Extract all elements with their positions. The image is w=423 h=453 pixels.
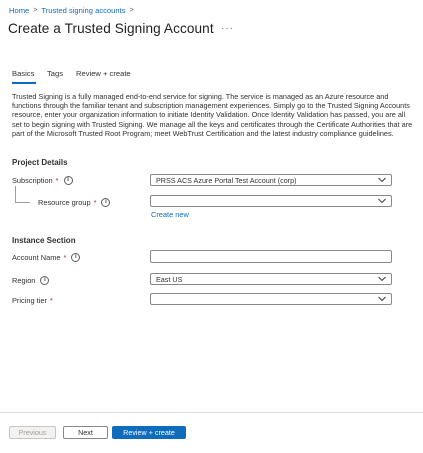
active-tab-indicator bbox=[12, 82, 36, 84]
required-marker: * bbox=[49, 296, 53, 305]
previous-button[interactable]: Previous bbox=[9, 426, 56, 439]
subscription-label-text: Subscription bbox=[12, 176, 53, 185]
breadcrumb-accounts-link[interactable]: Trusted signing accounts bbox=[41, 6, 125, 15]
instance-section-heading: Instance Section bbox=[12, 236, 76, 245]
required-marker: * bbox=[63, 253, 67, 262]
subscription-dropdown[interactable]: PRSS ACS Azure Portal Test Account (corp… bbox=[150, 174, 392, 186]
pricing-tier-label-text: Pricing tier bbox=[12, 296, 47, 305]
review-create-button[interactable]: Review + create bbox=[112, 426, 186, 439]
account-name-label-text: Account Name bbox=[12, 253, 61, 262]
resource-group-label-text: Resource group bbox=[38, 198, 91, 207]
info-icon[interactable]: i bbox=[71, 253, 81, 262]
breadcrumb-home-link[interactable]: Home bbox=[9, 6, 29, 15]
info-icon[interactable]: i bbox=[40, 276, 50, 285]
create-new-link[interactable]: Create new bbox=[151, 210, 189, 219]
required-marker: * bbox=[93, 198, 97, 207]
info-icon[interactable]: i bbox=[63, 176, 73, 185]
page-title: Create a Trusted Signing Account bbox=[8, 21, 214, 36]
info-icon[interactable]: i bbox=[101, 198, 111, 207]
region-dropdown[interactable]: East US bbox=[150, 273, 392, 285]
breadcrumb-chevron-icon: > bbox=[33, 7, 38, 14]
region-value: East US bbox=[156, 275, 183, 284]
chevron-down-icon bbox=[378, 276, 386, 282]
project-details-heading: Project Details bbox=[12, 158, 68, 167]
chevron-down-icon bbox=[378, 198, 386, 204]
region-label-text: Region bbox=[12, 276, 36, 285]
tree-connector bbox=[15, 186, 16, 202]
tab-tags[interactable]: Tags bbox=[47, 69, 63, 78]
pricing-tier-label: Pricing tier * bbox=[12, 296, 53, 305]
tab-basics[interactable]: Basics bbox=[12, 69, 34, 78]
tree-connector bbox=[15, 202, 30, 203]
pricing-tier-dropdown[interactable] bbox=[150, 293, 392, 305]
subscription-label: Subscription * i bbox=[12, 176, 73, 185]
breadcrumb-chevron-icon: > bbox=[129, 7, 134, 14]
chevron-down-icon bbox=[378, 296, 386, 302]
service-description: Trusted Signing is a fully managed end-t… bbox=[12, 92, 413, 138]
account-name-label: Account Name * i bbox=[12, 253, 81, 262]
resource-group-dropdown[interactable] bbox=[150, 195, 392, 207]
resource-group-label: Resource group * i bbox=[38, 198, 111, 207]
tab-review-create[interactable]: Review + create bbox=[76, 69, 131, 78]
account-name-input[interactable] bbox=[150, 250, 392, 263]
required-marker: * bbox=[55, 176, 59, 185]
chevron-down-icon bbox=[378, 177, 386, 183]
breadcrumb: Home > Trusted signing accounts > bbox=[9, 6, 138, 15]
next-button[interactable]: Next bbox=[63, 426, 108, 439]
more-options-icon[interactable]: ··· bbox=[221, 23, 234, 34]
subscription-value: PRSS ACS Azure Portal Test Account (corp… bbox=[156, 176, 297, 185]
region-label: Region i bbox=[12, 276, 50, 285]
footer-divider bbox=[0, 412, 423, 413]
